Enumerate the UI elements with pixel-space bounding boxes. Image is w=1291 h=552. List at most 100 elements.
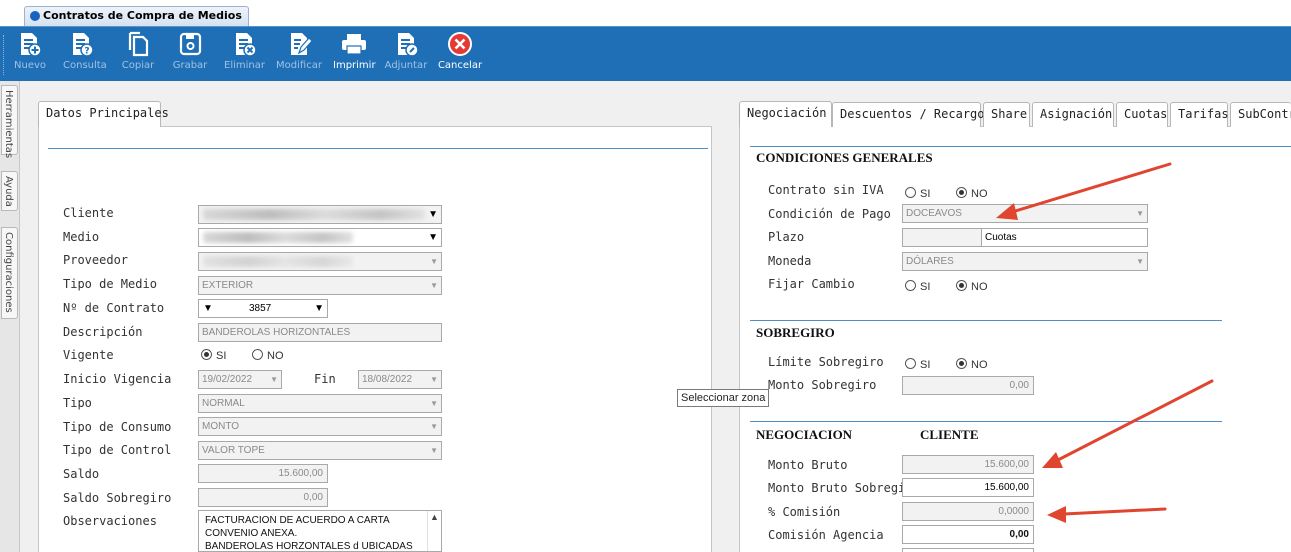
attach-icon: [398, 33, 419, 57]
copy-icon: [128, 31, 149, 57]
toolbar-grip: [3, 35, 6, 75]
plazo-field[interactable]: [902, 228, 982, 247]
doc-query-icon: ?: [73, 33, 94, 57]
monto-sobregiro-field[interactable]: 0,00: [902, 376, 1034, 395]
label-monto-bruto-sobregiro: Monto Bruto Sobregiro: [768, 481, 920, 495]
new-button[interactable]: Nuevo: [14, 31, 46, 71]
tab-descuentos-recargos[interactable]: Descuentos / Recargos: [832, 102, 992, 127]
redacted-value: [203, 256, 353, 267]
chevron-down-icon: ▼: [314, 303, 324, 314]
cancel-button[interactable]: Cancelar: [437, 31, 483, 71]
tab-negociacion[interactable]: Negociación: [739, 101, 832, 127]
fin-vigencia-date[interactable]: 18/08/2022 ▼: [358, 370, 442, 389]
label-condicion-pago: Condición de Pago: [768, 207, 891, 221]
moneda-select[interactable]: DÓLARES ▼: [902, 252, 1148, 271]
next-field[interactable]: [902, 548, 1034, 552]
modify-button[interactable]: Modificar: [276, 31, 322, 71]
comision-agencia-field[interactable]: 0,00: [902, 525, 1034, 544]
chevron-down-icon: ▼: [428, 232, 438, 243]
nro-contrato-select[interactable]: ▼ 3857 ▼: [198, 299, 328, 318]
label-nro-contrato: Nº de Contrato: [63, 301, 165, 315]
label-plazo: Plazo: [768, 230, 805, 244]
sin-iva-si-radio[interactable]: SI: [905, 187, 930, 200]
comision-pct-field[interactable]: 0,0000: [902, 502, 1034, 521]
tipo-consumo-select[interactable]: MONTO ▼: [198, 417, 442, 436]
tab-cuotas[interactable]: Cuotas: [1116, 102, 1168, 127]
sin-iva-no-radio[interactable]: NO: [956, 187, 988, 200]
label-fijar-cambio: Fijar Cambio: [768, 277, 855, 291]
tab-asignacion[interactable]: Asignación: [1032, 102, 1114, 127]
side-tab-settings[interactable]: Configuraciones: [1, 227, 18, 319]
observaciones-line: BANDEROLAS HORZONTALES d UBICADAS EN: [205, 541, 413, 552]
limite-si-radio[interactable]: SI: [905, 358, 930, 371]
doc-delete-icon: [236, 33, 257, 57]
tab-subcontratos[interactable]: SubContra: [1230, 102, 1291, 127]
vigente-no-radio[interactable]: NO: [252, 349, 284, 362]
save-button[interactable]: Grabar: [172, 31, 208, 71]
descripcion-field[interactable]: BANDEROLAS HORIZONTALES: [198, 323, 442, 342]
redacted-value: [203, 209, 425, 220]
saldo-field[interactable]: 15.600,00: [198, 464, 328, 483]
redacted-value: [203, 232, 353, 243]
label-moneda: Moneda: [768, 254, 812, 268]
query-button[interactable]: ? Consulta: [63, 31, 107, 71]
limite-no-radio[interactable]: NO: [956, 358, 988, 371]
chevron-down-icon: ▼: [428, 209, 438, 220]
cliente-select[interactable]: ▼: [198, 205, 442, 224]
printer-icon: [342, 34, 366, 55]
proveedor-select[interactable]: ▼: [198, 252, 442, 271]
label-saldo: Saldo: [63, 467, 100, 481]
chevron-down-icon: ▼: [1136, 257, 1144, 266]
radio-selected-icon: [956, 280, 967, 291]
label-tipo-medio: Tipo de Medio: [63, 277, 157, 291]
label-comision-agencia: Comisión Agencia: [768, 528, 884, 542]
toolbar: Nuevo ? Consulta Copiar Grabar Eliminar …: [0, 26, 1291, 81]
monto-bruto-sobregiro-field[interactable]: 15.600,00: [902, 478, 1034, 497]
side-tab-tools[interactable]: Herramientas: [1, 85, 18, 158]
print-button[interactable]: Imprimir: [333, 31, 376, 71]
chevron-down-icon: ▼: [203, 303, 213, 314]
attach-button[interactable]: Adjuntar: [384, 31, 428, 71]
textarea-scrollbar[interactable]: ▲: [427, 511, 441, 551]
vigente-si-radio[interactable]: SI: [201, 349, 226, 362]
chevron-down-icon: ▼: [430, 399, 438, 408]
observaciones-line: FACTURACION DE ACUERDO A CARTA: [205, 515, 390, 526]
side-tab-help[interactable]: Ayuda: [1, 171, 18, 211]
tab-share[interactable]: Share: [983, 102, 1030, 127]
save-icon: [179, 32, 202, 56]
tab-datos-principales[interactable]: Datos Principales: [38, 101, 169, 127]
saldo-sobregiro-field[interactable]: 0,00: [198, 488, 328, 507]
document-tab[interactable]: Contratos de Compra de Medios: [24, 6, 249, 26]
monto-bruto-field[interactable]: 15.600,00: [902, 455, 1034, 474]
section-title-condiciones: CONDICIONES GENERALES: [756, 150, 933, 165]
chevron-down-icon: ▼: [430, 257, 438, 266]
condicion-pago-select[interactable]: DOCEAVOS ▼: [902, 204, 1148, 223]
section-divider: [750, 421, 1222, 422]
fijar-cambio-no-radio[interactable]: NO: [956, 280, 988, 293]
tipo-medio-select[interactable]: EXTERIOR ▼: [198, 276, 442, 295]
label-tipo-consumo: Tipo de Consumo: [63, 420, 172, 434]
delete-button[interactable]: Eliminar: [224, 31, 265, 71]
label-tipo: Tipo: [63, 396, 92, 410]
label-contrato-sin-iva: Contrato sin IVA: [768, 183, 884, 197]
label-limite-sobregiro: Límite Sobregiro: [768, 355, 884, 369]
cancel-icon: [448, 32, 472, 56]
label-monto-bruto: Monto Bruto: [768, 458, 848, 472]
observaciones-line: CONVENIO ANEXA.: [205, 528, 298, 539]
label-cliente: Cliente: [63, 206, 114, 220]
medio-select[interactable]: ▼: [198, 228, 442, 247]
plazo-unit-field[interactable]: Cuotas: [981, 228, 1148, 247]
inicio-vigencia-date[interactable]: 19/02/2022 ▼: [198, 370, 282, 389]
tab-tarifas[interactable]: Tarifas: [1170, 102, 1229, 127]
tipo-control-select[interactable]: VALOR TOPE ▼: [198, 441, 442, 460]
chevron-down-icon: ▼: [1136, 209, 1144, 218]
section-title-sobregiro: SOBREGIRO: [756, 325, 835, 340]
label-descripcion: Descripción: [63, 325, 143, 339]
copy-button[interactable]: Copiar: [120, 31, 156, 71]
label-saldo-sobregiro: Saldo Sobregiro: [63, 491, 172, 505]
fijar-cambio-si-radio[interactable]: SI: [905, 280, 930, 293]
doc-add-icon: [21, 33, 42, 57]
observaciones-textarea[interactable]: FACTURACION DE ACUERDO A CARTA CONVENIO …: [198, 510, 442, 552]
chevron-down-icon: ▼: [430, 422, 438, 431]
tipo-select[interactable]: NORMAL ▼: [198, 394, 442, 413]
